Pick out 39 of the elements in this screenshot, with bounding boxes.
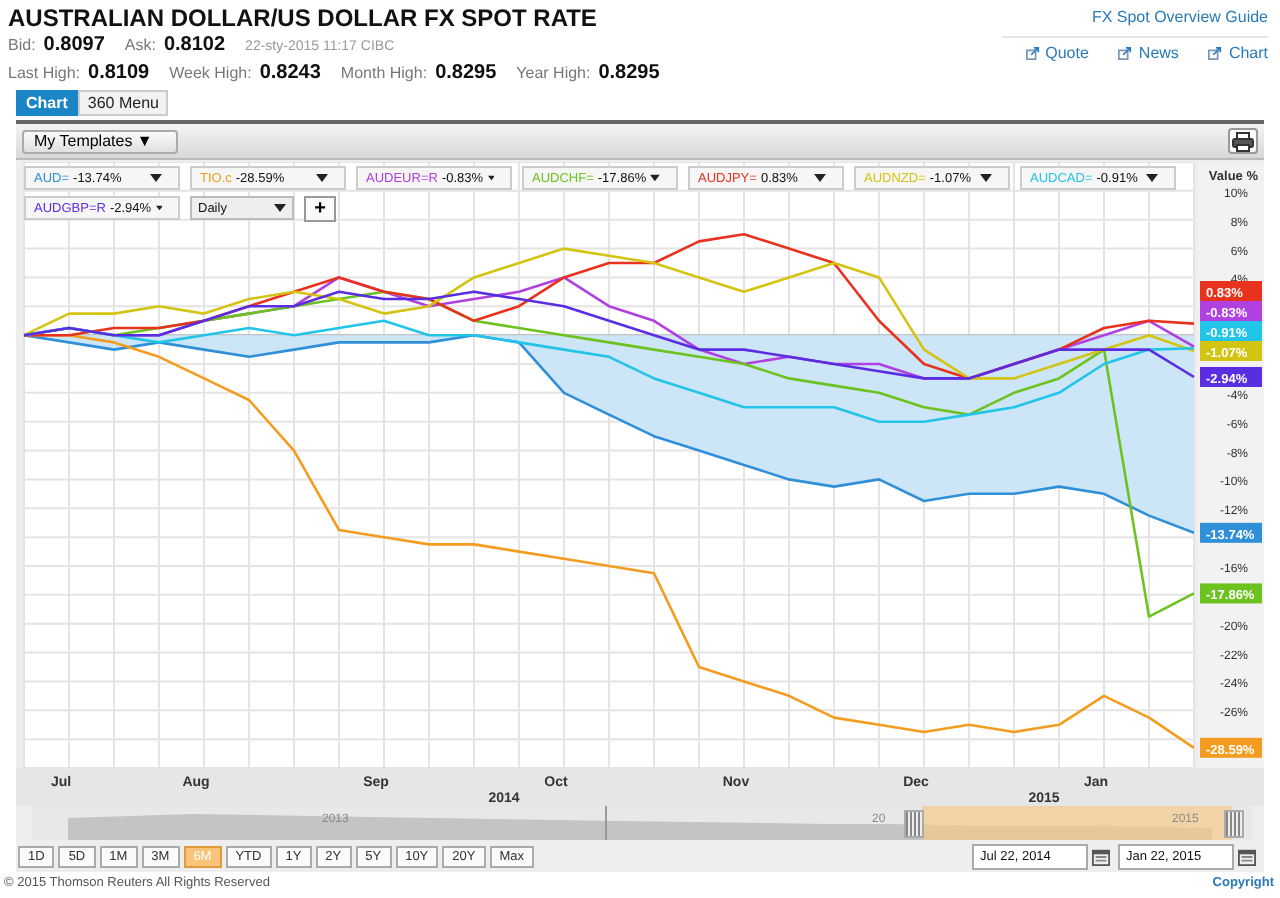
calendar-icon[interactable] — [1238, 847, 1256, 865]
header-link[interactable]: Chart — [1228, 44, 1268, 62]
dropdown-arrow-icon — [650, 174, 660, 182]
external-link-icon — [1118, 46, 1133, 60]
dropdown-arrow-icon — [316, 174, 328, 182]
print-button[interactable] — [1228, 128, 1258, 154]
dropdown-arrow-icon — [155, 204, 162, 212]
dropdown-arrow-icon — [1146, 174, 1158, 182]
high-label: Year High: — [516, 62, 591, 86]
tab[interactable]: 360 Menu — [77, 90, 169, 116]
templates-dropdown[interactable]: My Templates ▼ — [22, 129, 178, 153]
dropdown-arrow-icon — [487, 174, 494, 182]
high-value: 0.8243 — [259, 62, 321, 86]
quote-value: 0.8102 — [163, 34, 226, 58]
high-value: 0.8109 — [88, 62, 150, 86]
tab[interactable]: Chart — [16, 90, 78, 116]
guide-link[interactable]: FX Spot Overview Guide — [1091, 8, 1268, 26]
range-handle[interactable] — [1224, 810, 1244, 838]
external-link-icon — [1208, 46, 1223, 60]
high-value: 0.8295 — [598, 62, 660, 86]
high-label: Last High: — [8, 62, 81, 86]
external-link-icon — [1025, 46, 1040, 60]
add-series-button[interactable]: + — [304, 196, 336, 222]
print-icon — [1232, 131, 1254, 151]
quote-label: Bid: — [8, 34, 36, 58]
dropdown-arrow-icon — [150, 174, 162, 182]
dropdown-arrow-icon — [814, 174, 826, 182]
high-value: 0.8295 — [435, 62, 497, 86]
page-title: AUSTRALIAN DOLLAR/US DOLLAR FX SPOT RATE — [8, 4, 599, 32]
header-link[interactable]: Quote — [1045, 44, 1089, 62]
dropdown-arrow-icon — [274, 204, 286, 212]
quote-label: Ask: — [124, 34, 156, 58]
range-handle[interactable] — [904, 810, 924, 838]
quote-value: 0.8097 — [43, 34, 105, 58]
calendar-icon[interactable] — [1092, 847, 1110, 865]
header-link[interactable]: News — [1138, 44, 1179, 62]
dropdown-arrow-icon — [980, 174, 992, 182]
high-label: Month High: — [340, 62, 428, 86]
high-label: Week High: — [169, 62, 252, 86]
